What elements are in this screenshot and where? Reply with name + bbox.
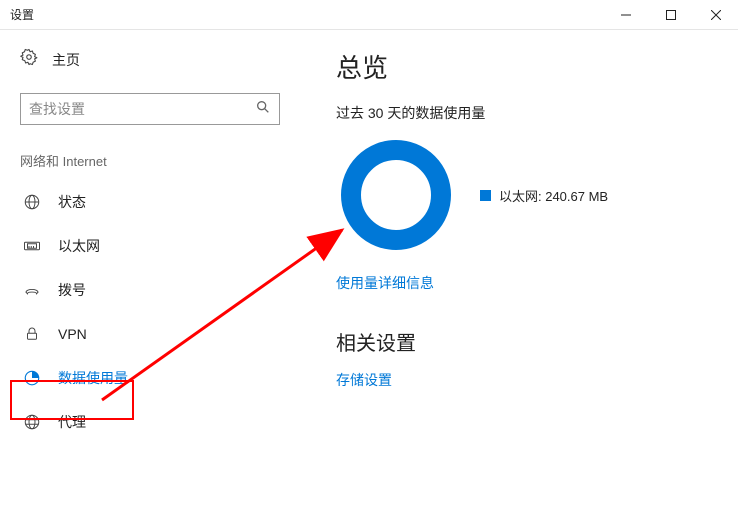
sidebar-item-dialup[interactable]: 拨号 (20, 268, 290, 312)
gear-icon (20, 48, 38, 71)
home-button[interactable]: 主页 (20, 48, 290, 71)
period-label: 过去 30 天的数据使用量 (336, 103, 718, 123)
sidebar-item-vpn[interactable]: VPN (20, 312, 290, 356)
vpn-icon (22, 325, 42, 343)
minimize-button[interactable] (603, 0, 648, 30)
globe-icon (22, 193, 42, 211)
home-label: 主页 (52, 50, 80, 70)
category-header: 网络和 Internet (20, 151, 290, 170)
data-usage-icon (22, 369, 42, 387)
sidebar-item-proxy[interactable]: 代理 (20, 400, 290, 444)
legend-label: 以太网: 240.67 MB (499, 186, 608, 205)
page-heading: 总览 (336, 48, 718, 85)
legend-swatch (480, 190, 491, 201)
sidebar-item-label: 状态 (58, 192, 86, 212)
related-heading: 相关设置 (336, 327, 718, 356)
usage-details-link[interactable]: 使用量详细信息 (336, 273, 434, 293)
sidebar-item-label: 数据使用量 (58, 368, 128, 388)
maximize-button[interactable] (648, 0, 693, 30)
close-button[interactable] (693, 0, 738, 30)
search-field[interactable] (29, 101, 249, 117)
titlebar: 设置 (0, 0, 738, 30)
sidebar-item-data-usage[interactable]: 数据使用量 (20, 356, 290, 400)
proxy-icon (22, 413, 42, 431)
usage-chart-row: 以太网: 240.67 MB (336, 135, 718, 255)
main-panel: 总览 过去 30 天的数据使用量 以太网: 240.67 MB 使用量详细信息 … (310, 30, 738, 531)
storage-settings-link[interactable]: 存储设置 (336, 370, 392, 390)
ethernet-icon (22, 237, 42, 255)
sidebar-item-label: VPN (58, 326, 87, 342)
sidebar: 主页 网络和 Internet 状态 (0, 30, 310, 531)
sidebar-item-ethernet[interactable]: 以太网 (20, 224, 290, 268)
donut-chart (336, 135, 456, 255)
sidebar-item-label: 代理 (58, 412, 86, 432)
sidebar-item-label: 以太网 (58, 236, 100, 256)
sidebar-item-label: 拨号 (58, 280, 86, 300)
content-area: 主页 网络和 Internet 状态 (0, 30, 738, 531)
sidebar-item-status[interactable]: 状态 (20, 180, 290, 224)
search-icon (255, 99, 271, 120)
dialup-icon (22, 281, 42, 299)
search-input[interactable] (20, 93, 280, 125)
window-title: 设置 (10, 6, 34, 23)
window-controls (603, 0, 738, 30)
legend-item: 以太网: 240.67 MB (480, 186, 608, 205)
